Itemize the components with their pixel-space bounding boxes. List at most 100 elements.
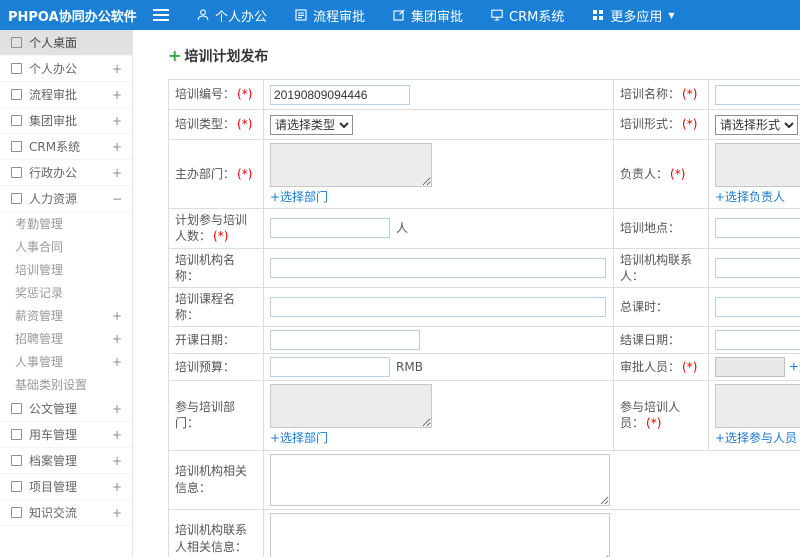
field-cell xyxy=(263,326,614,355)
sidebar-item-personnel[interactable]: 人事管理 + xyxy=(0,350,132,373)
table-row: 开课日期： 结课日期： xyxy=(168,326,800,355)
sidebar-item-training[interactable]: 培训管理 xyxy=(0,258,132,281)
field-cell: RMB xyxy=(263,353,614,382)
field-cell xyxy=(708,208,800,249)
required-mark: (*) xyxy=(213,229,229,244)
table-row: 计划参与培训人数： (*) 人 培训地点： xyxy=(168,208,800,249)
group-approval-icon xyxy=(392,8,406,22)
label-cell: 培训地点： xyxy=(613,208,709,249)
end-date-input[interactable] xyxy=(715,330,800,351)
table-row: 培训课程名称： 总课时： xyxy=(168,286,800,328)
sidebar-item-personal-office[interactable]: 个人办公 + xyxy=(0,56,132,82)
sidebar-item-group-approval[interactable]: 集团审批 + xyxy=(0,108,132,134)
sidebar-item-recruit[interactable]: 招聘管理 + xyxy=(0,327,132,350)
person-unit: 人 xyxy=(396,220,409,235)
org-contact-info-textarea[interactable] xyxy=(270,512,610,557)
expand-toggle[interactable]: + xyxy=(112,332,122,346)
join-people-textarea[interactable] xyxy=(715,384,800,429)
sidebar-item-document-mgmt[interactable]: 公文管理 + xyxy=(0,396,132,422)
select-dept-link[interactable]: +选择部门 xyxy=(270,189,328,205)
field-cell xyxy=(263,449,800,510)
car-icon xyxy=(11,429,22,440)
more-apps-icon xyxy=(591,8,605,22)
sidebar-item-rewards[interactable]: 奖惩记录 xyxy=(0,281,132,304)
label-cell: 培训类型： (*) xyxy=(168,109,264,140)
location-input[interactable] xyxy=(715,218,800,239)
leader-textarea[interactable] xyxy=(715,143,800,187)
expand-toggle[interactable]: + xyxy=(112,402,122,416)
training-type-select[interactable]: 请选择类型 xyxy=(270,114,353,135)
required-mark: (*) xyxy=(237,117,253,132)
label-cell: 开课日期： xyxy=(168,326,264,355)
nav-label: 流程审批 xyxy=(313,9,366,25)
total-hours-input[interactable] xyxy=(715,297,800,318)
main-content: + 培训计划发布 培训编号：(*) 培训名称：(*) xyxy=(133,30,800,557)
training-name-input[interactable] xyxy=(715,84,800,105)
join-dept-textarea[interactable] xyxy=(270,384,432,429)
chat-icon xyxy=(11,507,22,518)
training-number-input[interactable] xyxy=(270,84,410,105)
sidebar-item-vehicle-mgmt[interactable]: 用车管理 + xyxy=(0,422,132,448)
nav-label: 集团审批 xyxy=(411,9,464,25)
required-mark: (*) xyxy=(237,87,253,102)
expand-toggle[interactable]: + xyxy=(112,166,122,180)
label-cell: 参与培训部门： xyxy=(168,380,264,451)
expand-toggle[interactable]: + xyxy=(112,88,122,102)
label-cell: 培训机构名称： xyxy=(168,247,264,288)
required-mark: (*) xyxy=(682,87,698,102)
sidebar-item-base-category[interactable]: 基础类别设置 xyxy=(0,373,132,396)
expand-toggle[interactable]: + xyxy=(112,454,122,468)
sidebar-item-knowledge[interactable]: 知识交流 + xyxy=(0,500,132,526)
nav-more-apps[interactable]: 更多应用 ▼ xyxy=(591,6,675,25)
sidebar-item-project-mgmt[interactable]: 项目管理 + xyxy=(0,474,132,500)
plan-count-input[interactable] xyxy=(270,218,390,239)
nav-flow-approval[interactable]: 流程审批 xyxy=(294,6,365,25)
sidebar-item-archive-mgmt[interactable]: 档案管理 + xyxy=(0,448,132,474)
required-mark: (*) xyxy=(237,167,253,181)
label-cell: 参与培训人员： (*) xyxy=(613,380,709,451)
label-cell: 总课时： xyxy=(613,286,709,328)
select-approver-link[interactable]: +选择审批人员 xyxy=(789,360,800,374)
expand-toggle[interactable]: + xyxy=(112,355,122,369)
table-row: 培训机构联系人相关信息： xyxy=(168,508,800,557)
nav-personal-office[interactable]: 个人办公 xyxy=(196,6,267,25)
expand-toggle[interactable]: + xyxy=(112,140,122,154)
field-cell: +选择参与人员 xyxy=(708,380,800,451)
sidebar-item-flow-approval[interactable]: 流程审批 + xyxy=(0,82,132,108)
sidebar-item-salary[interactable]: 薪资管理 + xyxy=(0,304,132,327)
sidebar-item-attendance[interactable]: 考勤管理 xyxy=(0,212,132,235)
expand-toggle[interactable]: + xyxy=(112,428,122,442)
org-info-textarea[interactable] xyxy=(270,453,610,506)
sidebar-item-hr[interactable]: 人力资源 − xyxy=(0,186,132,212)
expand-toggle[interactable]: + xyxy=(112,480,122,494)
nav-group-approval[interactable]: 集团审批 xyxy=(392,6,463,25)
start-date-input[interactable] xyxy=(270,330,420,351)
approver-input[interactable] xyxy=(715,357,785,378)
budget-input[interactable] xyxy=(270,357,390,378)
org-name-input[interactable] xyxy=(270,257,606,278)
person-icon xyxy=(11,63,22,74)
course-name-input[interactable] xyxy=(270,297,606,318)
select-join-people-link[interactable]: +选择参与人员 xyxy=(715,430,797,446)
expand-toggle[interactable]: + xyxy=(112,62,122,76)
label-cell: 计划参与培训人数： (*) xyxy=(168,208,264,249)
field-cell xyxy=(263,79,614,110)
sidebar-item-desktop[interactable]: 个人桌面 xyxy=(0,30,132,56)
sidebar-item-admin-office[interactable]: 行政办公 + xyxy=(0,160,132,186)
field-cell: +选择部门 xyxy=(263,380,614,451)
table-row: 主办部门： (*) +选择部门 负责人： (*) +选择负责人 xyxy=(168,138,800,210)
sidebar-item-hr-contract[interactable]: 人事合同 xyxy=(0,235,132,258)
expand-toggle[interactable]: + xyxy=(112,506,122,520)
sidebar-item-crm[interactable]: CRM系统 + xyxy=(0,134,132,160)
field-cell: +选择负责人 xyxy=(708,138,800,210)
host-dept-textarea[interactable] xyxy=(270,143,432,187)
select-join-dept-link[interactable]: +选择部门 xyxy=(270,430,328,446)
org-contact-input[interactable] xyxy=(715,257,800,278)
training-form-select[interactable]: 请选择形式 xyxy=(715,114,798,135)
expand-toggle[interactable]: + xyxy=(112,114,122,128)
select-leader-link[interactable]: +选择负责人 xyxy=(715,189,785,205)
expand-toggle[interactable]: + xyxy=(112,309,122,323)
hamburger-menu-icon[interactable] xyxy=(153,9,169,21)
collapse-toggle[interactable]: − xyxy=(112,192,122,206)
nav-crm[interactable]: CRM系统 xyxy=(490,6,564,25)
